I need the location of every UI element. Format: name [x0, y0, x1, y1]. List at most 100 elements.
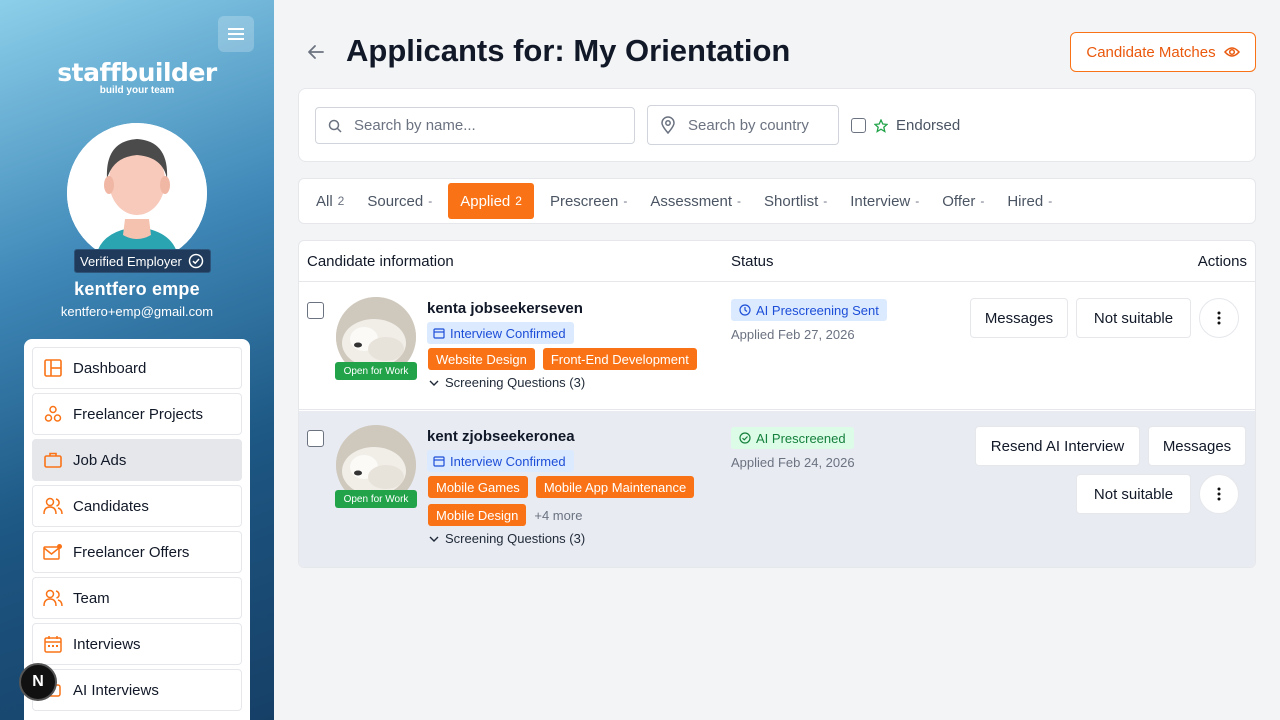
tab-label: Assessment: [650, 192, 733, 210]
resend-ai-interview-button[interactable]: Resend AI Interview: [975, 426, 1140, 466]
skill-tags: Website Design Front-End Development: [428, 348, 697, 370]
screening-questions-toggle[interactable]: Screening Questions (3): [429, 375, 585, 390]
candidate-matches-button[interactable]: Candidate Matches: [1070, 32, 1256, 72]
chevron-down-icon: [429, 536, 439, 542]
candidate-name[interactable]: kenta jobseekerseven: [427, 300, 583, 317]
tab-count: 2: [337, 194, 345, 208]
search-icon: [328, 119, 342, 133]
interview-confirmed-badge: Interview Confirmed: [427, 450, 574, 472]
sidebar: staffbuilder build your team Verified Em…: [0, 0, 274, 720]
calendar-icon: [433, 328, 445, 339]
tab-label: Offer: [942, 192, 976, 210]
tab-offer[interactable]: Offer -: [935, 183, 991, 219]
tab-prescreen[interactable]: Prescreen -: [543, 183, 634, 219]
logo[interactable]: staffbuilder build your team: [0, 58, 274, 96]
more-vertical-icon: [1217, 487, 1221, 501]
briefcase-icon: [43, 450, 63, 470]
messages-button[interactable]: Messages: [970, 298, 1068, 338]
status-label: AI Prescreening Sent: [756, 302, 879, 318]
not-suitable-button[interactable]: Not suitable: [1076, 298, 1191, 338]
table-header: Candidate information Status Actions: [299, 241, 1255, 282]
calendar-icon: [433, 456, 445, 467]
filters-panel: Endorsed: [298, 88, 1256, 162]
users-icon: [43, 496, 63, 516]
user-email: kentfero+emp@gmail.com: [60, 304, 214, 319]
header-actions: Actions: [1197, 253, 1247, 270]
skill-tag: Front-End Development: [542, 348, 697, 370]
tab-hired[interactable]: Hired -: [1000, 183, 1059, 219]
menu-toggle-button[interactable]: [218, 16, 254, 52]
n-badge[interactable]: N: [19, 663, 57, 701]
endorsed-filter[interactable]: Endorsed: [851, 117, 960, 134]
sidebar-item-label: Interviews: [73, 635, 141, 653]
skill-tag: Mobile App Maintenance: [535, 476, 695, 498]
avatar: [67, 123, 207, 263]
sidebar-item-ai-interviews[interactable]: AI Interviews: [32, 669, 242, 711]
more-actions-button[interactable]: [1199, 298, 1239, 338]
open-for-work-badge: Open for Work: [335, 490, 417, 508]
tab-label: Shortlist: [764, 192, 819, 210]
skill-tag: Mobile Games: [428, 476, 528, 498]
open-for-work-badge: Open for Work: [335, 362, 417, 380]
screening-label: Screening Questions (3): [445, 375, 586, 390]
screening-label: Screening Questions (3): [445, 531, 586, 546]
tab-sourced[interactable]: Sourced -: [360, 183, 439, 219]
tab-label: Applied: [460, 192, 511, 210]
tab-count: -: [823, 194, 828, 208]
stage-tabs: All 2 Sourced - Applied 2 Prescreen - Assess…: [298, 178, 1256, 224]
header-status: Status: [731, 253, 774, 270]
eye-icon: [1223, 47, 1240, 57]
more-actions-button[interactable]: [1199, 474, 1239, 514]
sidebar-item-job-ads[interactable]: Job Ads: [32, 439, 242, 481]
check-circle-icon: [739, 432, 751, 444]
sidebar-item-label: Candidates: [73, 497, 149, 515]
tab-count: 2: [515, 194, 522, 208]
not-suitable-button[interactable]: Not suitable: [1076, 474, 1191, 514]
country-search[interactable]: [647, 105, 839, 145]
sidebar-item-freelancer-offers[interactable]: Freelancer Offers: [32, 531, 242, 573]
sidebar-item-label: Dashboard: [73, 359, 147, 377]
tab-assessment[interactable]: Assessment -: [643, 183, 748, 219]
row-checkbox[interactable]: [307, 302, 324, 319]
endorsed-checkbox[interactable]: [851, 118, 866, 133]
tab-applied[interactable]: Applied 2: [448, 183, 534, 219]
verified-label: Verified Employer: [80, 253, 182, 269]
name-search[interactable]: [315, 107, 635, 144]
status-badge: AI Prescreened: [731, 427, 854, 449]
back-button[interactable]: [304, 40, 328, 64]
sidebar-item-label: Job Ads: [73, 451, 127, 469]
hamburger-icon: [228, 28, 244, 40]
row-checkbox[interactable]: [307, 430, 324, 447]
sidebar-item-dashboard[interactable]: Dashboard: [32, 347, 242, 389]
tab-label: All: [316, 192, 333, 210]
tab-count: -: [737, 194, 742, 208]
more-skills-link[interactable]: +4 more: [534, 508, 582, 523]
clock-icon: [739, 304, 751, 316]
table-row: Open for Work kent zjobseekeronea Interv…: [299, 411, 1255, 567]
tab-interview[interactable]: Interview -: [843, 183, 926, 219]
sidebar-item-freelancer-projects[interactable]: Freelancer Projects: [32, 393, 242, 435]
screening-questions-toggle[interactable]: Screening Questions (3): [429, 531, 585, 546]
tab-shortlist[interactable]: Shortlist -: [757, 183, 834, 219]
applicants-table: Candidate information Status Actions Ope…: [298, 240, 1256, 568]
tab-label: Interview: [850, 192, 911, 210]
sidebar-item-team[interactable]: Team: [32, 577, 242, 619]
tab-count: -: [428, 194, 433, 208]
calendar-icon: [43, 634, 63, 654]
country-search-input[interactable]: [688, 116, 831, 134]
sidebar-item-interviews[interactable]: Interviews: [32, 623, 242, 665]
sidebar-item-label: AI Interviews: [73, 681, 159, 699]
tab-all[interactable]: All 2: [309, 183, 351, 219]
sidebar-item-candidates[interactable]: Candidates: [32, 485, 242, 527]
name-search-input[interactable]: [354, 117, 599, 134]
sidebar-item-label: Freelancer Projects: [73, 405, 204, 423]
applied-date: Applied Feb 27, 2026: [731, 327, 855, 342]
skill-tags: Mobile Design +4 more: [428, 504, 582, 526]
messages-button[interactable]: Messages: [1148, 426, 1246, 466]
dashboard-icon: [43, 358, 63, 378]
candidate-name[interactable]: kent zjobseekeronea: [427, 428, 575, 445]
tab-count: -: [915, 194, 920, 208]
sidebar-item-label: Freelancer Offers: [73, 543, 190, 561]
team-icon: [43, 588, 63, 608]
star-icon: [874, 118, 888, 133]
